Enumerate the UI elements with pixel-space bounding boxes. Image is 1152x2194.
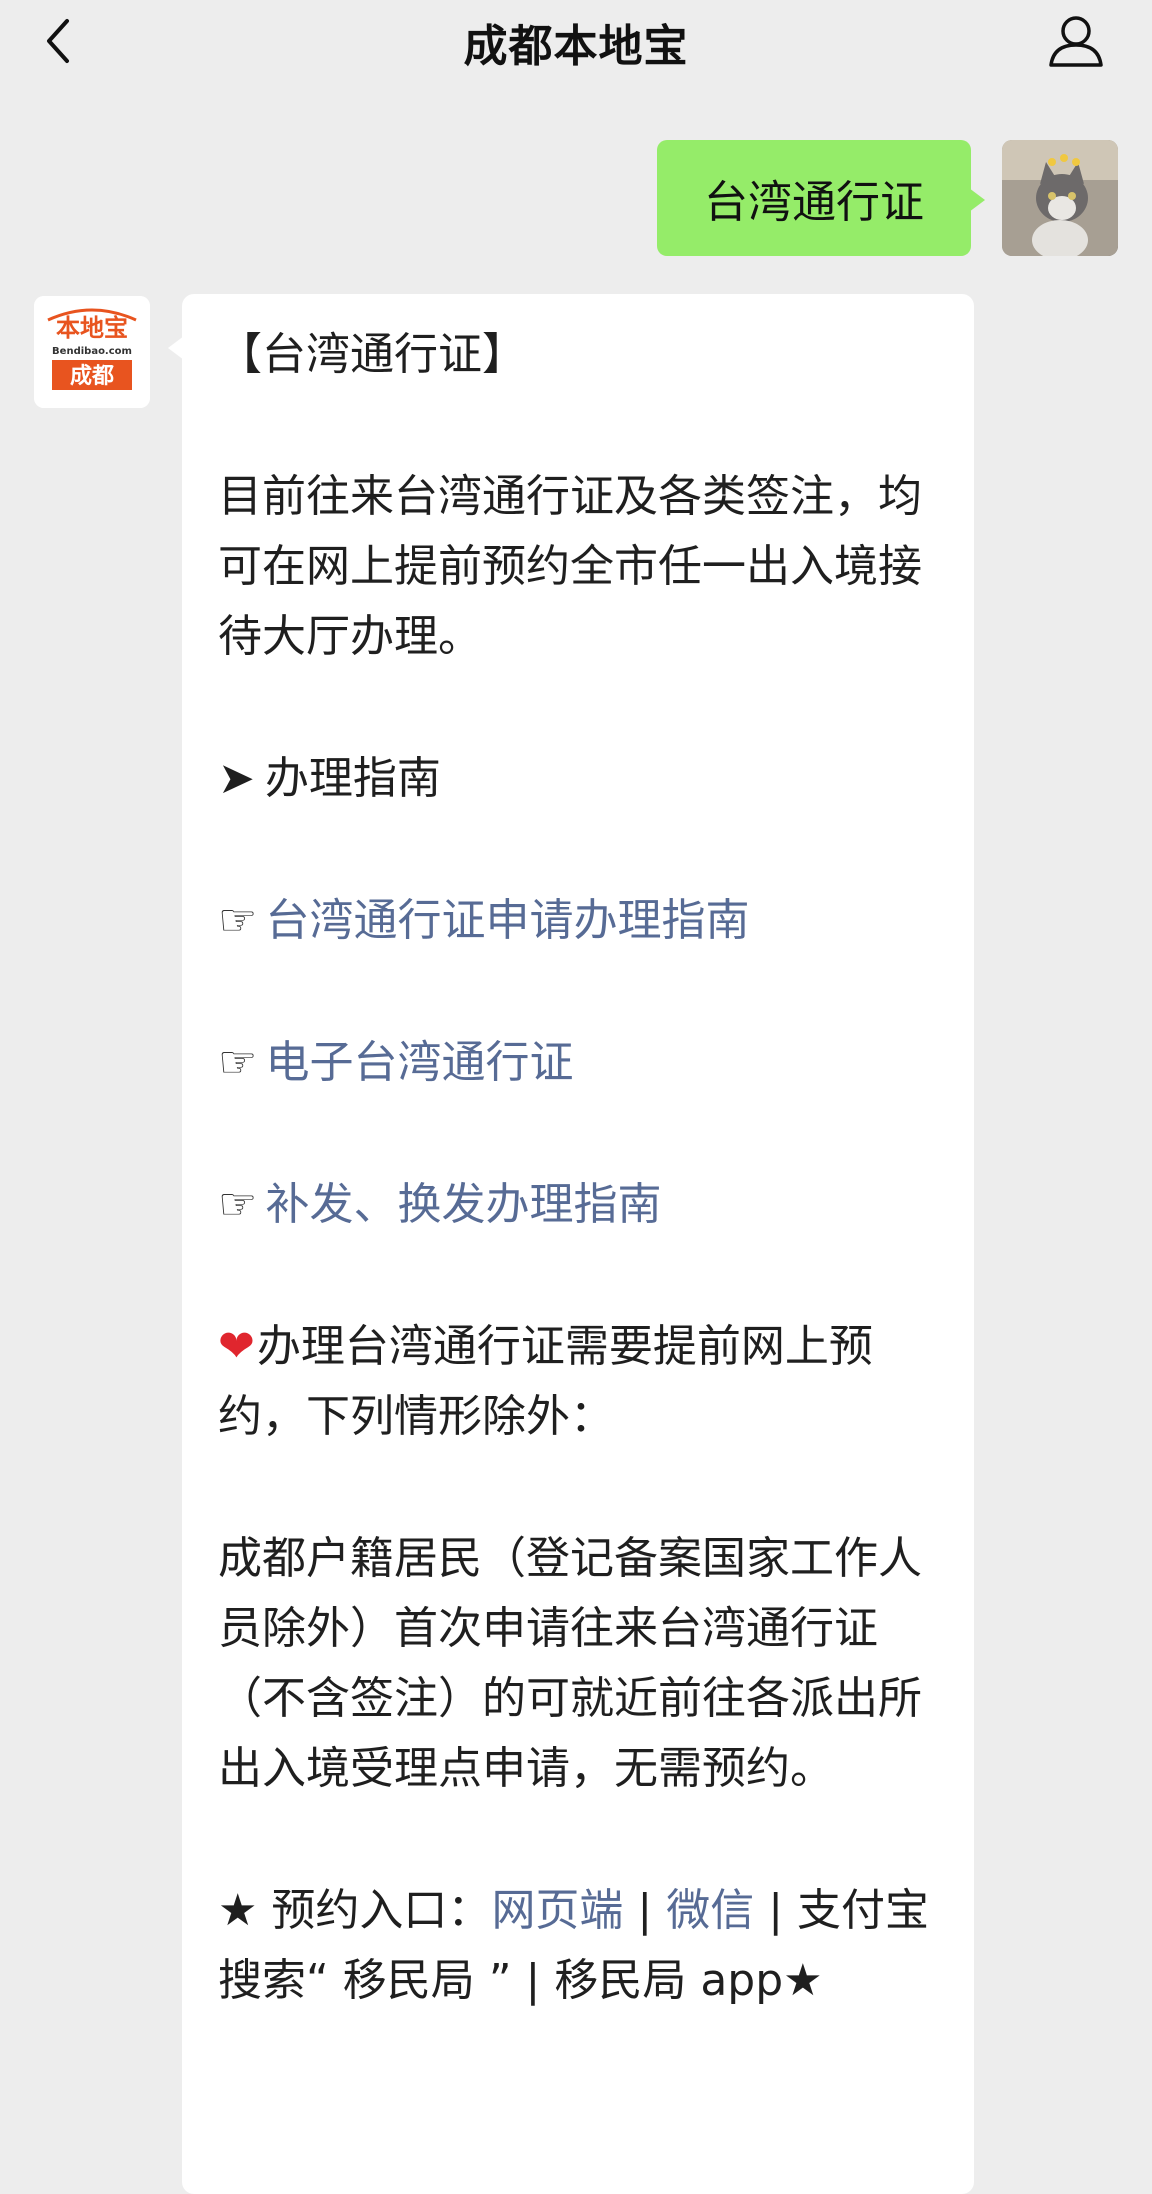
entry-prefix: ★ 预约入口： xyxy=(218,1885,492,1936)
notice-row: ❤办理台湾通行证需要提前网上预约，下列情形除外： xyxy=(218,1312,940,1452)
sent-message-bubble[interactable]: 台湾通行证 xyxy=(657,140,985,256)
exception-text: 成都户籍居民（登记备案国家工作人员除外）首次申请往来台湾通行证（不含签注）的可就… xyxy=(218,1533,922,1794)
reply-intro: 目前往来台湾通行证及各类签注，均可在网上提前预约全市任一出入境接待大厅办理。 xyxy=(218,471,922,662)
notice-text: 办理台湾通行证需要提前网上预约，下列情形除外： xyxy=(218,1321,873,1442)
arrow-right-icon: ➤ xyxy=(218,753,255,804)
link-row-e-permit: ☞ 电子台湾通行证 xyxy=(218,1028,940,1098)
link-row-reissue-guide: ☞ 补发、换发办理指南 xyxy=(218,1170,940,1240)
cat-photo-icon xyxy=(1002,140,1118,256)
entry-separator: | xyxy=(623,1885,667,1936)
reply-heading: 【台湾通行证】 xyxy=(218,329,526,380)
pointing-hand-icon: ☞ xyxy=(218,1179,258,1230)
logo-city-text: 成都 xyxy=(70,364,114,389)
link-wechat-entry[interactable]: 微信 xyxy=(666,1885,754,1936)
guide-title: 办理指南 xyxy=(264,753,441,804)
entry-row: ★ 预约入口：网页端 | 微信 | 支付宝搜索“ 移民局 ” | 移民局 app… xyxy=(218,1876,940,2016)
reply-message-bubble: 【台湾通行证】 目前往来台湾通行证及各类签注，均可在网上提前预约全市任一出入境接… xyxy=(168,294,974,2194)
guide-title-row: ➤ 办理指南 xyxy=(218,744,940,814)
link-reissue-guide[interactable]: 补发、换发办理指南 xyxy=(265,1179,661,1230)
chat-title: 成都本地宝 xyxy=(463,21,689,72)
entry-separator: | xyxy=(754,1885,798,1936)
logo-domain-text: Bendibao.com xyxy=(52,346,132,357)
link-e-permit[interactable]: 电子台湾通行证 xyxy=(265,1037,573,1088)
logo-top-text: 本地宝 xyxy=(56,314,128,342)
user-avatar[interactable] xyxy=(1002,140,1118,256)
link-apply-guide[interactable]: 台湾通行证申请办理指南 xyxy=(265,895,749,946)
person-icon xyxy=(1049,16,1103,67)
heart-icon: ❤ xyxy=(218,1321,255,1372)
pointing-hand-icon: ☞ xyxy=(218,895,258,946)
link-web-entry[interactable]: 网页端 xyxy=(491,1885,623,1936)
chat-header: 成都本地宝 xyxy=(0,0,1152,82)
pointing-hand-icon: ☞ xyxy=(218,1037,258,1088)
profile-button[interactable] xyxy=(1046,12,1106,70)
sent-message-text: 台湾通行证 xyxy=(704,177,924,228)
link-row-apply-guide: ☞ 台湾通行证申请办理指南 xyxy=(218,886,940,956)
bendibao-logo-icon: 本地宝 Bendibao.com 成都 xyxy=(34,296,150,408)
bot-avatar[interactable]: 本地宝 Bendibao.com 成都 xyxy=(34,296,150,408)
